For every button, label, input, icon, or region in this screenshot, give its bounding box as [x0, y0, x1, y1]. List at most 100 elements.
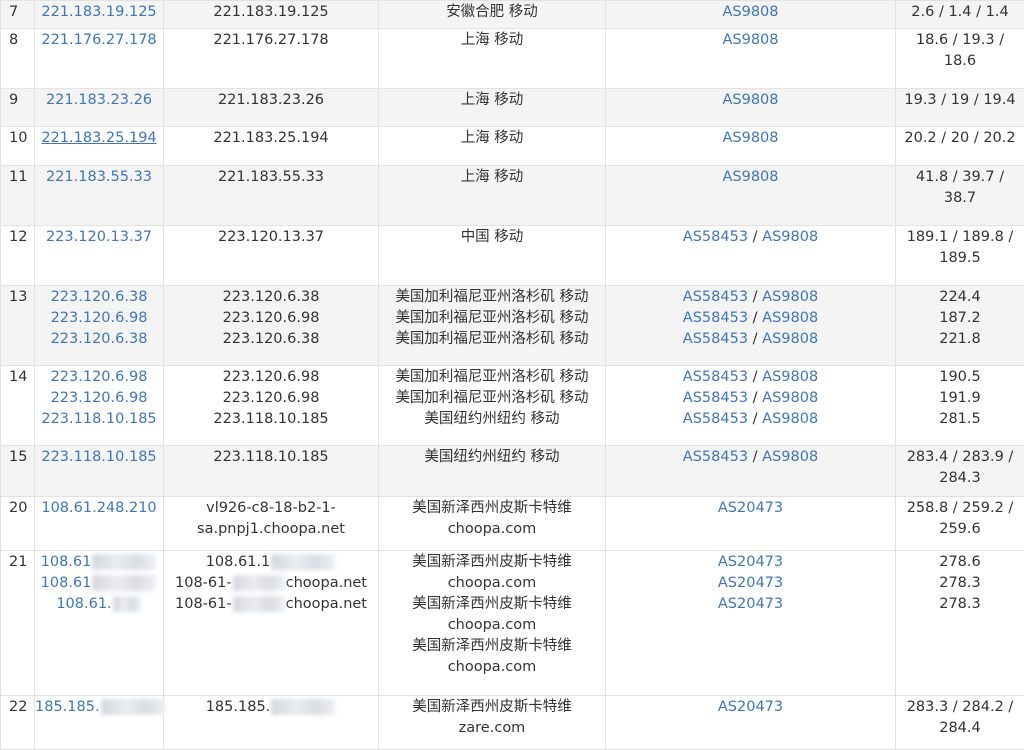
hop-row: 11221.183.55.33221.183.55.33上海 移动AS98084… [1, 166, 1024, 226]
ip-link[interactable]: 108.61.248.210 [35, 498, 163, 519]
ip-link[interactable]: 108.61 [35, 552, 163, 573]
ip-link[interactable]: 223.120.6.38 [35, 287, 163, 308]
asn-link[interactable]: AS9808 [762, 390, 818, 406]
latency-cell: 258.8 / 259.2 /259.6 [896, 497, 1024, 551]
asn-link[interactable]: AS20473 [718, 575, 783, 591]
latency-cell: 224.4187.2221.8 [896, 286, 1024, 366]
latency-text: 278.3 [896, 573, 1024, 594]
hostname-line: 185.185. [164, 697, 378, 718]
ip-link[interactable]: 108.61. [35, 594, 163, 615]
asn-cell: AS9808 [606, 89, 896, 127]
ip-link[interactable]: 223.118.10.185 [35, 447, 163, 468]
latency-cell: 2.6 / 1.4 / 1.4 [896, 1, 1024, 29]
asn-link[interactable]: AS9808 [722, 130, 778, 146]
hostname-text: 108.61.1 [206, 554, 271, 570]
asn-link[interactable]: AS58453 [683, 449, 748, 465]
latency-text: 284.4 [896, 718, 1024, 739]
ip-link-text: 223.118.10.185 [41, 449, 156, 465]
geo-text: zare.com [379, 718, 605, 739]
latency-text: 284.3 [896, 468, 1024, 489]
asn-link[interactable]: AS58453 [683, 369, 748, 385]
latency-text: 278.6 [896, 552, 1024, 573]
asn-link[interactable]: AS9808 [722, 32, 778, 48]
ip-link[interactable]: 108.61 [35, 573, 163, 594]
asn-link[interactable]: AS20473 [718, 699, 783, 715]
asn-link[interactable]: AS58453 [683, 411, 748, 427]
hostname-cell: 223.120.6.38223.120.6.98223.120.6.38 [164, 286, 379, 366]
ip-link[interactable]: 223.120.6.38 [35, 329, 163, 350]
ip-link[interactable]: 221.183.25.194 [35, 128, 163, 149]
hostname-text: 223.118.10.185 [213, 411, 328, 427]
latency-text: 189.5 [896, 248, 1024, 269]
hostname-line: 221.176.27.178 [164, 30, 378, 51]
hop-number: 14 [1, 366, 35, 446]
ip-link[interactable]: 221.183.23.26 [35, 90, 163, 111]
hop-number: 20 [1, 497, 35, 551]
latency-text: 38.7 [896, 188, 1024, 209]
ip-link-text: 223.120.6.98 [51, 369, 148, 385]
asn-link[interactable]: AS9808 [762, 310, 818, 326]
hop-row: 8221.176.27.178221.176.27.178上海 移动AS9808… [1, 29, 1024, 89]
hop-row: 21108.61108.61108.61.108.61.1108-61-choo… [1, 551, 1024, 696]
ip-link[interactable]: 223.120.6.98 [35, 388, 163, 409]
hostname-text: 223.118.10.185 [213, 449, 328, 465]
hostname-suffix: choopa.net [286, 596, 367, 612]
hop-number-text: 13 [9, 286, 34, 308]
hostname-line: 223.118.10.185 [164, 447, 378, 468]
asn-cell: AS9808 [606, 1, 896, 29]
redacted-blur [101, 699, 165, 715]
asn-link[interactable]: AS58453 [683, 390, 748, 406]
hop-number-text: 21 [9, 551, 34, 573]
asn-link[interactable]: AS58453 [683, 310, 748, 326]
hostname-line: 108-61-choopa.net [164, 594, 378, 615]
asn-cell: AS20473 AS20473 AS20473 [606, 551, 896, 696]
asn-link[interactable]: AS20473 [718, 554, 783, 570]
asn-link[interactable]: AS58453 [683, 289, 748, 305]
geo-cell: 美国新泽西州皮斯卡特维choopa.com [379, 497, 606, 551]
ip-cell: 223.120.6.98 223.120.6.98 223.118.10.185 [35, 366, 164, 446]
latency-text: 189.1 / 189.8 / [896, 227, 1024, 248]
latency-cell: 283.3 / 284.2 /284.4 [896, 696, 1024, 750]
ip-link[interactable]: 223.118.10.185 [35, 409, 163, 430]
geo-text: 上海 移动 [379, 30, 605, 51]
asn-link[interactable]: AS9808 [722, 92, 778, 108]
asn-link[interactable]: AS20473 [718, 596, 783, 612]
redacted-blur [271, 699, 335, 715]
ip-link[interactable]: 223.120.6.98 [35, 367, 163, 388]
asn-link[interactable]: AS58453 [683, 229, 748, 245]
hostname-cell: 221.183.25.194 [164, 127, 379, 166]
ip-link[interactable]: 185.185. [35, 697, 163, 718]
asn-link[interactable]: AS20473 [718, 500, 783, 516]
hostname-text: 185.185. [206, 699, 271, 715]
geo-cell: 上海 移动 [379, 127, 606, 166]
ip-link[interactable]: 223.120.13.37 [35, 227, 163, 248]
hostname-text: 223.120.13.37 [218, 229, 324, 245]
asn-link[interactable]: AS9808 [762, 331, 818, 347]
latency-text: 18.6 [896, 51, 1024, 72]
ip-link-text: 108.61.248.210 [41, 500, 156, 516]
hostname-text: 223.120.6.38 [223, 331, 320, 347]
geo-text: 中国 移动 [379, 227, 605, 248]
hop-number-text: 8 [9, 29, 34, 51]
asn-separator: / [748, 229, 762, 245]
asn-separator: / [748, 310, 762, 326]
asn-link[interactable]: AS9808 [762, 369, 818, 385]
asn-link[interactable]: AS9808 [762, 411, 818, 427]
ip-link-text: 185.185. [35, 699, 100, 715]
ip-link-text: 223.118.10.185 [41, 411, 156, 427]
asn-link[interactable]: AS9808 [762, 229, 818, 245]
hostname-cell: 185.185. [164, 696, 379, 750]
asn-link[interactable]: AS58453 [683, 331, 748, 347]
hostname-line: 223.120.6.38 [164, 329, 378, 350]
asn-link[interactable]: AS9808 [722, 4, 778, 20]
asn-link[interactable]: AS9808 [762, 289, 818, 305]
ip-link[interactable]: 221.176.27.178 [35, 30, 163, 51]
redacted-blur [92, 575, 156, 591]
ip-link[interactable]: 221.183.19.125 [35, 2, 163, 23]
hop-number-text: 15 [9, 446, 34, 468]
asn-line: AS9808 [606, 2, 895, 23]
ip-link[interactable]: 221.183.55.33 [35, 167, 163, 188]
ip-link[interactable]: 223.120.6.98 [35, 308, 163, 329]
asn-link[interactable]: AS9808 [722, 169, 778, 185]
asn-link[interactable]: AS9808 [762, 449, 818, 465]
